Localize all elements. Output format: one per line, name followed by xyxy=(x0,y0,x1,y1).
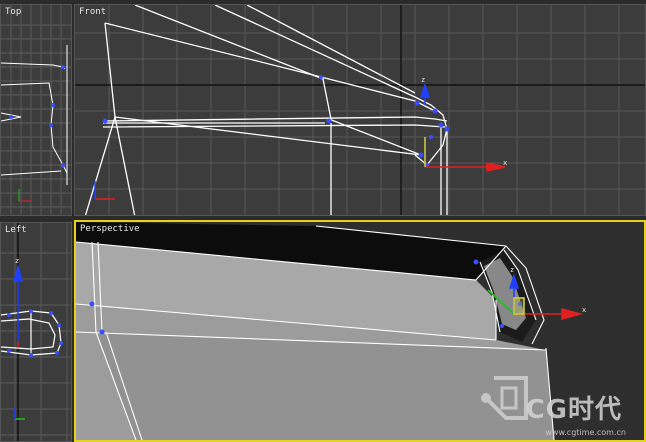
front-viewport-grid xyxy=(75,5,645,215)
viewport-label-perspective[interactable]: Perspective xyxy=(80,224,140,234)
watermark-brand: CG时代 xyxy=(525,395,622,425)
viewport-label-front[interactable]: Front xyxy=(79,7,106,17)
top-viewport-grid xyxy=(1,5,71,215)
gizmo-z-label-front: z xyxy=(421,76,426,84)
gizmo-x-label-persp: x xyxy=(582,306,587,314)
front-viewport[interactable]: Front x z xyxy=(74,4,646,216)
left-viewport-grid xyxy=(1,223,71,441)
left-viewport[interactable]: Left z xyxy=(0,222,72,442)
viewport-label-left[interactable]: Left xyxy=(5,225,27,235)
viewport-label-top[interactable]: Top xyxy=(5,7,21,17)
perspective-viewport[interactable]: Perspective x z CG时代 www.cgtime.com.cn xyxy=(74,220,646,442)
gizmo-z-label-persp: z xyxy=(510,266,515,274)
gizmo-z-label-left: z xyxy=(15,257,20,265)
top-viewport[interactable]: Top xyxy=(0,4,72,216)
watermark-url: www.cgtime.com.cn xyxy=(545,428,626,437)
gizmo-x-label-front: x xyxy=(503,159,508,167)
